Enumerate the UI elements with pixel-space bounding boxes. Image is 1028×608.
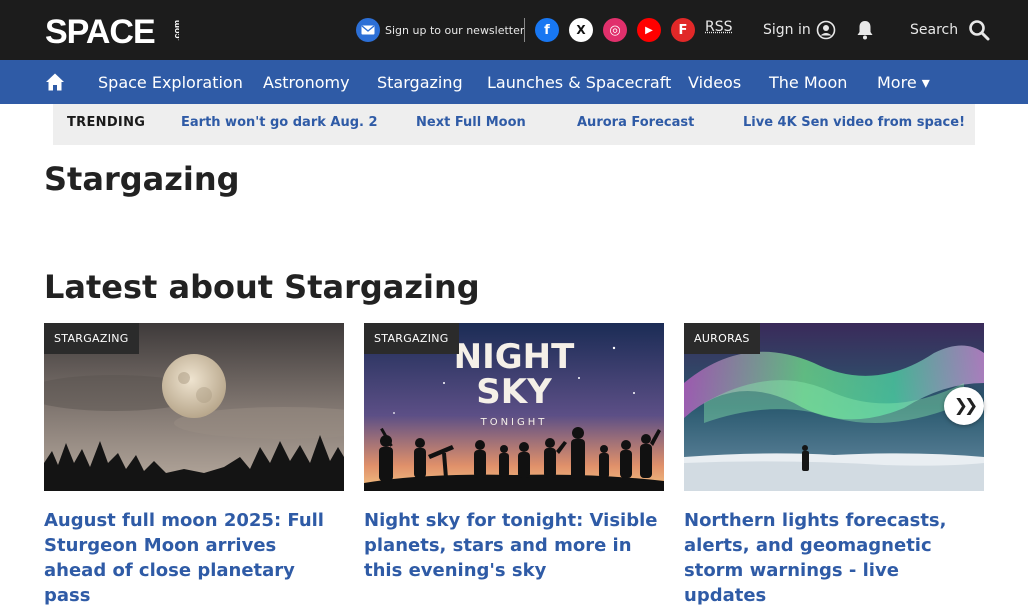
tonight-text: TONIGHT [480, 417, 548, 428]
article-card[interactable]: STARGAZING August full moon 2025: Full S… [44, 323, 344, 606]
newsletter-link[interactable]: Sign up to our newsletter [356, 18, 524, 42]
search-label: Search [910, 22, 959, 38]
article-headline[interactable]: Night sky for tonight: Visible planets, … [364, 508, 664, 583]
category-tag[interactable]: STARGAZING [44, 323, 139, 354]
mail-icon [356, 18, 380, 42]
home-icon[interactable] [45, 72, 65, 92]
search-button[interactable]: Search [910, 17, 990, 43]
trending-link[interactable]: Earth won't go dark Aug. 2 [181, 115, 378, 130]
signin-label: Sign in [763, 22, 811, 38]
youtube-icon[interactable]: ▶ [637, 18, 661, 42]
article-image-full-moon[interactable]: STARGAZING [44, 323, 344, 491]
article-headline[interactable]: Northern lights forecasts, alerts, and g… [684, 508, 984, 608]
trending-link[interactable]: Next Full Moon [416, 115, 526, 130]
svg-text:SPACE: SPACE [45, 14, 155, 46]
nav-item-space-exploration[interactable]: Space Exploration [98, 73, 243, 92]
category-tag[interactable]: AURORAS [684, 323, 760, 354]
nav-item-astronomy[interactable]: Astronomy [263, 73, 350, 92]
page-title: Stargazing [44, 160, 240, 198]
header-divider [524, 18, 525, 42]
section-title: Latest about Stargazing [44, 268, 480, 306]
flipboard-icon[interactable]: F [671, 18, 695, 42]
sky-text: SKY [476, 372, 552, 412]
search-icon [969, 20, 990, 41]
x-twitter-icon[interactable]: X [569, 18, 593, 42]
article-headline[interactable]: August full moon 2025: Full Sturgeon Moo… [44, 508, 344, 608]
night-text: NIGHT [454, 337, 575, 377]
rss-link[interactable]: RSS [705, 19, 733, 35]
trending-bar: TRENDING Earth won't go dark Aug. 2 Next… [53, 104, 975, 145]
nav-item-the-moon[interactable]: The Moon [769, 73, 847, 92]
article-card[interactable]: NIGHT SKY TONIGHT STARGAZING Night sky f… [364, 323, 664, 581]
svg-text:.com: .com [172, 20, 179, 41]
article-card[interactable]: AURORAS Northern lights forecasts, alert… [684, 323, 984, 606]
article-image-aurora[interactable]: AURORAS [684, 323, 984, 491]
nav-item-stargazing[interactable]: Stargazing [377, 73, 463, 92]
nav-item-more[interactable]: More ▾ [877, 73, 930, 92]
user-icon [816, 20, 836, 40]
trending-link[interactable]: Aurora Forecast [577, 115, 694, 130]
category-tag[interactable]: STARGAZING [364, 323, 459, 354]
nav-item-launches-spacecraft[interactable]: Launches & Spacecraft [487, 73, 671, 92]
carousel-next-button[interactable]: ❯❯ [944, 387, 984, 425]
nav-item-videos[interactable]: Videos [688, 73, 741, 92]
space-logo[interactable]: SPACE .com [45, 14, 179, 46]
main-nav: Space Exploration Astronomy Stargazing L… [0, 60, 1028, 104]
trending-link[interactable]: Live 4K Sen video from space! [743, 115, 965, 130]
facebook-icon[interactable]: f [535, 18, 559, 42]
instagram-icon[interactable]: ◎ [603, 18, 627, 42]
top-bar: SPACE .com Sign up to our newsletter f X… [0, 0, 1028, 60]
article-image-night-sky[interactable]: NIGHT SKY TONIGHT STARGAZING [364, 323, 664, 491]
signin-button[interactable]: Sign in [763, 17, 836, 43]
notification-bell-icon[interactable] [856, 20, 874, 40]
newsletter-label: Sign up to our newsletter [385, 23, 525, 37]
chevron-right-icon: ❯❯ [953, 396, 978, 416]
trending-label: TRENDING [67, 115, 146, 130]
